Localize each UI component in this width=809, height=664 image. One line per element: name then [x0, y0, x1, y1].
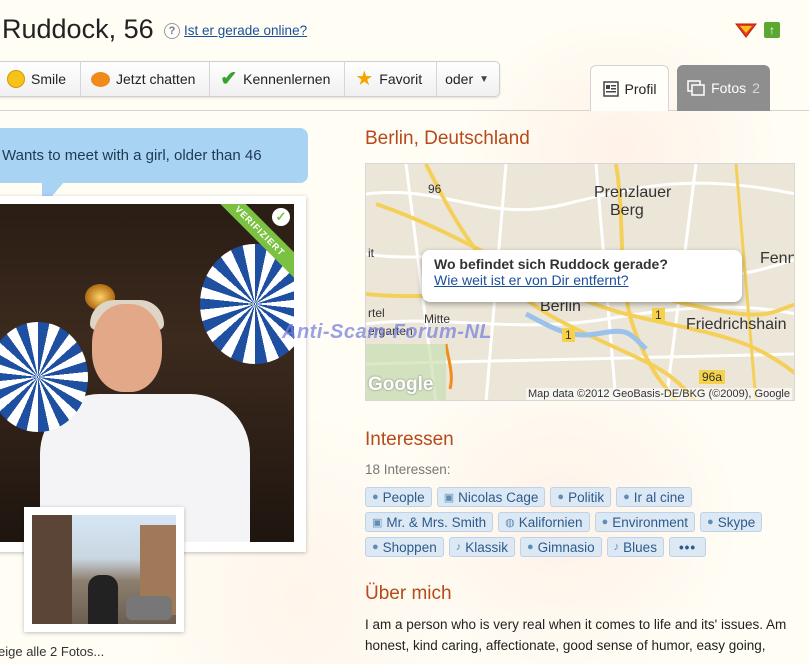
interest-tag-label: Mr. & Mrs. Smith — [386, 514, 487, 530]
map-popup-question: Wo befindet sich Ruddock gerade? — [434, 256, 668, 272]
interest-tag-label: Gimnasio — [537, 539, 595, 555]
interest-tag[interactable]: ● Ir al cine — [616, 487, 692, 507]
map-label-friedrichshain: Friedrichshain — [686, 316, 787, 333]
thumbnail-photo[interactable] — [32, 515, 176, 624]
google-logo: Google — [368, 374, 434, 395]
bubble-icon: ● — [372, 541, 379, 553]
music-note-icon: ♪ — [613, 541, 620, 553]
verified-check-icon: ✓ — [272, 208, 290, 226]
more-options-label: oder — [445, 71, 474, 87]
tab-profil[interactable]: Profil — [590, 65, 669, 111]
interest-tag[interactable]: ● Skype — [700, 512, 763, 532]
bubble-icon: ● — [557, 491, 565, 503]
map-label-it: it — [368, 246, 374, 260]
bubble-icon: ● — [372, 491, 379, 503]
map-label-prenzlauer: Prenzlauer — [594, 184, 672, 201]
interest-tag[interactable]: ● Politik — [550, 487, 612, 507]
superhero-badge-icon[interactable] — [734, 22, 758, 38]
all-photos-link[interactable]: eige alle 2 Fotos... — [0, 644, 104, 659]
watermark-text: Anti-Scam-Forum-NL — [282, 321, 493, 343]
interest-tag-label: Skype — [717, 514, 756, 530]
tab-profil-label: Profil — [624, 80, 657, 97]
profile-name-age: Ruddock, 56 — [2, 14, 154, 44]
map-road-96a: 96a — [699, 370, 726, 384]
photos-icon — [687, 80, 705, 96]
profile-card-icon — [602, 80, 619, 97]
bubble-icon: ● — [526, 541, 534, 553]
tab-fotos-count: 2 — [752, 80, 760, 96]
map-road-1b: 1 — [562, 328, 575, 342]
tv-icon: ▣ — [443, 491, 455, 504]
interest-tag-label: Environment — [612, 514, 689, 530]
map-label-fennp: Fennp — [760, 250, 794, 267]
interest-tag[interactable]: ▣ Mr. & Mrs. Smith — [365, 512, 494, 532]
head-shape — [92, 304, 162, 392]
interest-tag[interactable]: ● Shoppen — [365, 537, 444, 557]
person-shape — [88, 575, 118, 624]
about-heading: Über mich — [365, 583, 452, 604]
interest-tag-label: People — [382, 489, 425, 505]
globe-icon: ◍ — [505, 516, 515, 529]
location-heading: Berlin, Deutschland — [365, 128, 530, 149]
interest-tag-label: Ir al cine — [633, 489, 685, 505]
interests-heading: Interessen — [365, 429, 454, 450]
map-road-1a: 1 — [652, 308, 665, 322]
thumbnail-photo-frame[interactable] — [24, 507, 184, 632]
caret-down-icon: ▼ — [479, 73, 490, 85]
tv-icon: ▣ — [372, 516, 383, 529]
star-icon: ★ — [355, 68, 374, 90]
location-map[interactable]: 96 Prenzlauer Berg it Fennp Berlin rtel … — [365, 163, 795, 401]
online-status-link[interactable]: Ist er gerade online? — [184, 23, 307, 38]
music-note-icon: ♪ — [455, 541, 462, 553]
action-bar: Smile Jetzt chatten ✔ Kennenlernen ★ Fav… — [0, 61, 501, 97]
interests-tag-list: ● People ▣ Nicolas Cage ● Politik ● Ir al ci… — [365, 487, 800, 557]
tab-fotos[interactable]: Fotos 2 — [677, 65, 770, 111]
wish-speech-bubble: Wants to meet with a girl, older than 46 — [0, 128, 308, 183]
kennenlernen-button[interactable]: ✔ Kennenlernen — [210, 62, 346, 96]
checkmark-icon: ✔ — [220, 68, 238, 90]
map-popup: Wo befindet sich Ruddock gerade? Wie wei… — [422, 250, 742, 302]
interest-tag-label: Kalifornien — [518, 514, 583, 530]
upload-icon[interactable]: ↑ — [764, 22, 780, 38]
interest-tag-label: Blues — [623, 539, 657, 555]
help-icon[interactable]: ? — [164, 23, 180, 39]
more-options-dropdown[interactable]: oder ▼ — [437, 62, 499, 96]
car-shape — [126, 596, 172, 620]
interest-tag[interactable]: ♪ Blues — [606, 537, 664, 557]
interest-tag-label: Politik — [568, 489, 605, 505]
main-profile-photo[interactable]: VERIFIZIERT ✓ — [0, 204, 294, 542]
more-interests-button[interactable]: ••• — [668, 537, 707, 557]
interest-tag[interactable]: ● Gimnasio — [519, 537, 602, 557]
chat-button[interactable]: Jetzt chatten — [81, 62, 211, 96]
map-road-96: 96 — [428, 182, 442, 196]
favorit-label: Favorit — [379, 71, 423, 87]
distance-link[interactable]: Wie weit ist er von Dir entfernt? — [434, 272, 629, 288]
map-attribution[interactable]: Map data ©2012 GeoBasis-DE/BKG (©2009), … — [525, 388, 792, 400]
smile-label: Smile — [31, 71, 67, 87]
interest-tag-label: Klassik — [465, 539, 508, 555]
chat-label: Jetzt chatten — [116, 71, 196, 87]
interest-tag[interactable]: ● People — [365, 487, 432, 507]
interest-tag-label: Shoppen — [382, 539, 437, 555]
about-text: I am a person who is very real when it c… — [365, 617, 787, 653]
map-label-berg: Berg — [610, 202, 644, 219]
interest-tag[interactable]: ▣ Nicolas Cage — [436, 487, 546, 507]
map-label-rtel: rtel — [368, 306, 385, 320]
smile-icon — [7, 70, 25, 88]
main-photo-frame[interactable]: VERIFIZIERT ✓ — [0, 196, 306, 552]
interest-tag[interactable]: ◍ Kalifornien — [498, 512, 590, 532]
tab-fotos-label: Fotos — [711, 80, 747, 96]
bubble-icon: ● — [707, 516, 714, 528]
interest-tag-label: Nicolas Cage — [458, 489, 539, 505]
bubble-icon: ● — [623, 491, 630, 503]
kennenlernen-label: Kennenlernen — [243, 71, 331, 87]
interest-tag[interactable]: ● Environment — [594, 512, 696, 532]
smile-button[interactable]: Smile — [0, 62, 82, 96]
favorit-button[interactable]: ★ Favorit — [345, 62, 438, 96]
building-left-shape — [32, 515, 72, 624]
chat-bubble-icon — [91, 71, 111, 87]
bubble-icon: ● — [601, 516, 609, 528]
interests-count: 18 Interessen: — [365, 462, 451, 477]
interest-tag[interactable]: ♪ Klassik — [448, 537, 515, 557]
